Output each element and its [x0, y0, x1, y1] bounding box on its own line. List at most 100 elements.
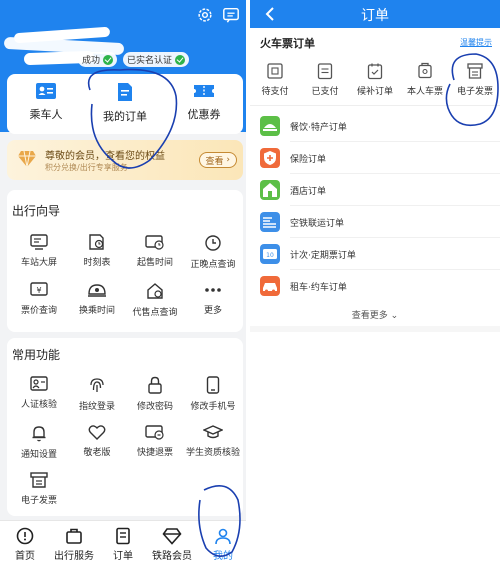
student-verify-button[interactable]: 学生资质核验 [183, 424, 243, 458]
member-diamond-icon [18, 150, 36, 168]
settings-gear-icon[interactable] [196, 6, 214, 24]
my-tickets-label: 本人车票 [406, 87, 443, 97]
order-doc-icon [118, 83, 132, 101]
notification-settings-button[interactable]: 通知设置 [9, 424, 69, 460]
quick-refund-button[interactable]: 快捷退票 [125, 424, 185, 458]
phone-icon [206, 376, 220, 394]
view-benefits-button[interactable]: 查看 › [198, 152, 237, 168]
tab-travel-services-label: 出行服务 [54, 551, 94, 562]
change-password-button[interactable]: 修改密码 [125, 376, 185, 412]
common-functions-card: 常用功能 人证核验 指纹登录 修改密码 修改手机号 通知设置 敬老版 快捷退票 [7, 338, 243, 516]
tab-mine[interactable]: 我的 [198, 527, 246, 562]
more-button[interactable]: 更多 [183, 282, 243, 316]
station-screen-button[interactable]: 车站大屏 [9, 234, 69, 268]
passenger-button[interactable]: 乘车人 [7, 82, 85, 122]
message-icon[interactable] [222, 6, 240, 24]
timetable-icon [89, 234, 104, 250]
sale-time-button[interactable]: 起售时间 [125, 234, 185, 268]
passenger-label: 乘车人 [29, 108, 63, 121]
tab-orders-label: 订单 [113, 551, 133, 562]
coupon-icon [194, 85, 214, 97]
passenger-card-icon [36, 83, 56, 99]
delay-query-label: 正晚点查询 [190, 260, 236, 270]
tab-railway-member[interactable]: 铁路会员 [147, 527, 197, 562]
air-rail-orders-row[interactable]: 空铁联运订单 [250, 206, 500, 238]
e-invoice-order-label: 电子发票 [456, 87, 493, 97]
agency-query-label: 代售点查询 [132, 308, 178, 318]
insurance-orders-row[interactable]: 保险订单 [250, 142, 500, 174]
timetable-button[interactable]: 时刻表 [67, 234, 127, 268]
order-icon [116, 527, 130, 545]
more-label: 更多 [203, 306, 222, 316]
travel-bag-icon [66, 528, 82, 544]
order-status-row: 待支付 已支付 候补订单 本人车票 电子发票 [250, 58, 500, 106]
common-functions-title: 常用功能 [12, 348, 61, 362]
count-ticket-icon: 10 [260, 244, 280, 264]
tab-travel-services[interactable]: 出行服务 [49, 527, 99, 562]
count-ticket-orders-label: 计次·定期票订单 [290, 251, 356, 261]
e-invoice-button[interactable]: 电子发票 [9, 472, 69, 506]
air-rail-icon [260, 212, 280, 232]
elderly-mode-button[interactable]: 敬老版 [67, 424, 127, 458]
waitlist-icon [367, 63, 383, 80]
travel-guide-card: 出行向导 车站大屏 时刻表 起售时间 正晚点查询 ¥ 票价查询 换乘时间 代售点… [7, 190, 243, 332]
paid-button[interactable]: 已支付 [300, 62, 350, 97]
change-phone-label: 修改手机号 [190, 402, 236, 412]
pending-payment-label: 待支付 [261, 87, 289, 97]
tips-link[interactable]: 温馨提示 [460, 37, 492, 48]
e-invoice-order-button[interactable]: 电子发票 [450, 62, 500, 97]
my-orders-button[interactable]: 我的订单 [86, 82, 164, 124]
train-ticket-orders-title: 火车票订单 [260, 37, 315, 50]
verification-badges: 成功 已实名认证 [78, 52, 190, 67]
tab-home-label: 首页 [15, 551, 35, 562]
svg-text:10: 10 [266, 252, 274, 259]
student-verify-label: 学生资质核验 [185, 448, 240, 458]
view-more-button[interactable]: 查看更多 ⌄ [250, 308, 500, 321]
car-rental-orders-label: 租车·约车订单 [290, 283, 347, 293]
heart-icon [88, 425, 106, 440]
coupon-button[interactable]: 优惠券 [165, 82, 243, 122]
change-password-label: 修改密码 [136, 402, 173, 412]
more-dots-icon [205, 288, 221, 292]
invoice-icon [467, 63, 483, 79]
agency-icon [147, 283, 163, 299]
fingerprint-login-button[interactable]: 指纹登录 [67, 376, 127, 412]
paid-icon [317, 63, 333, 80]
member-benefits-card[interactable]: 尊敬的会员，查看您的权益 积分兑换/出行专享服务 查看 › [7, 140, 243, 180]
pending-pay-icon [267, 63, 283, 79]
my-orders-label: 我的订单 [103, 110, 147, 123]
empty-area [250, 326, 500, 564]
hotel-orders-label: 酒店订单 [290, 187, 327, 197]
car-rental-orders-row[interactable]: 租车·约车订单 [250, 270, 500, 302]
orders-screen: 订单 火车票订单 温馨提示 待支付 已支付 候补订单 本人车票 电子发票 餐饮·… [250, 0, 500, 564]
elderly-mode-label: 敬老版 [83, 448, 111, 458]
my-tickets-button[interactable]: 本人车票 [400, 62, 450, 97]
change-phone-button[interactable]: 修改手机号 [183, 376, 243, 412]
train-ticket-orders-header: 火车票订单 温馨提示 [250, 28, 500, 54]
id-verify-icon [30, 376, 48, 391]
id-verify-button[interactable]: 人证核验 [9, 376, 69, 410]
status-badge: 成功 [78, 52, 118, 67]
pending-payment-button[interactable]: 待支付 [250, 62, 300, 97]
price-query-button[interactable]: ¥ 票价查询 [9, 282, 69, 316]
id-verify-label: 人证核验 [20, 400, 57, 410]
agency-query-button[interactable]: 代售点查询 [125, 282, 185, 318]
transfer-time-label: 换乘时间 [78, 306, 115, 316]
fingerprint-login-label: 指纹登录 [78, 402, 115, 412]
transfer-time-button[interactable]: 换乘时间 [67, 282, 127, 316]
count-ticket-orders-row[interactable]: 10 计次·定期票订单 [250, 238, 500, 270]
food-orders-row[interactable]: 餐饮·特产订单 [250, 110, 500, 142]
invoice-icon [30, 472, 48, 488]
car-icon [260, 276, 280, 296]
bell-icon [32, 426, 46, 442]
delay-query-button[interactable]: 正晚点查询 [183, 234, 243, 270]
tab-orders[interactable]: 订单 [98, 527, 148, 562]
hotel-orders-row[interactable]: 酒店订单 [250, 174, 500, 206]
coupon-label: 优惠券 [187, 108, 221, 121]
bottom-tab-bar: 首页 出行服务 订单 铁路会员 我的 [0, 520, 246, 564]
tab-home[interactable]: 首页 [0, 527, 50, 562]
tab-mine-label: 我的 [213, 551, 233, 562]
chevron-down-icon: ⌄ [390, 311, 399, 321]
waitlist-orders-button[interactable]: 候补订单 [350, 62, 400, 97]
fingerprint-icon [90, 378, 104, 392]
